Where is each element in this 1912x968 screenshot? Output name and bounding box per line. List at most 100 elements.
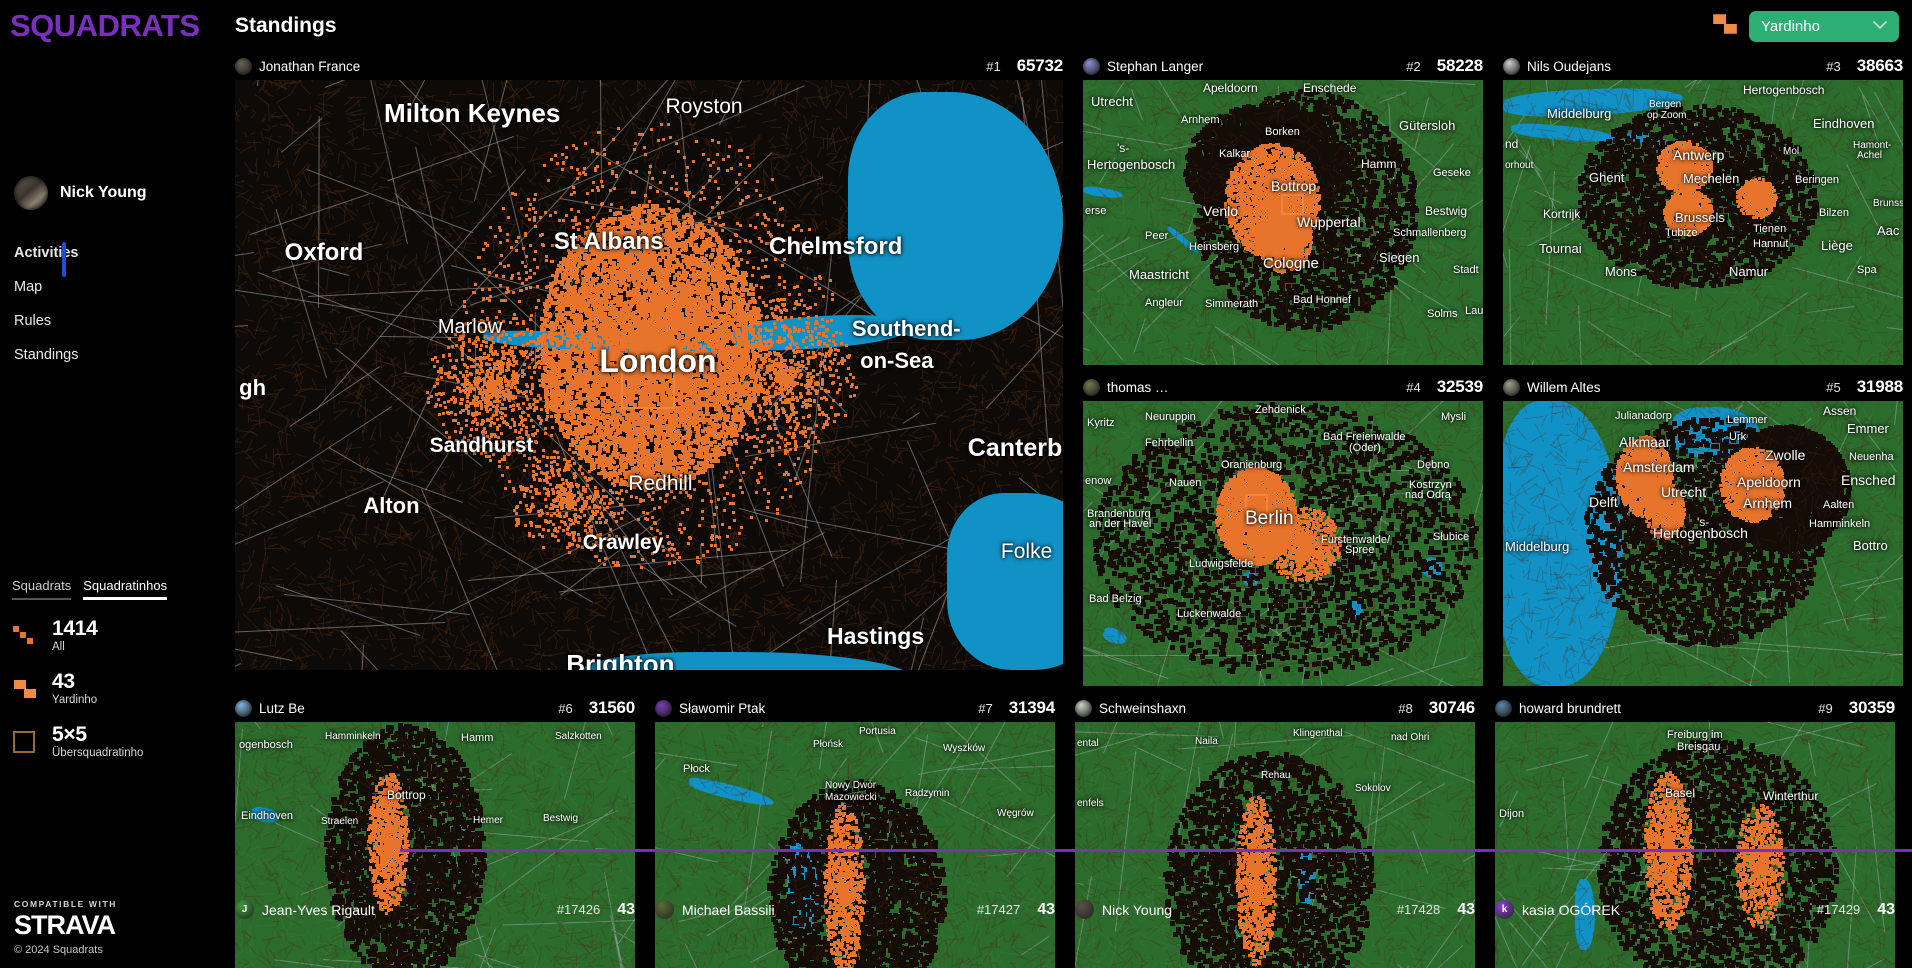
standings-card[interactable]: howard brundrett #9 30359 Freiburg im Breisg… (1495, 694, 1895, 968)
standings-rank: #3 (1826, 59, 1840, 74)
sidebar-item-activities[interactable]: Activities (14, 236, 200, 270)
standings-rank: #4 (1406, 380, 1420, 395)
scattered-squares-icon (12, 623, 38, 649)
strava-compatible-label: COMPATIBLE WITH (14, 899, 117, 909)
bottom-standings-cell[interactable]: J Jean-Yves Rigault #17426 43 (235, 900, 635, 919)
copyright: © 2024 Squadrats (14, 944, 117, 956)
sidebar-stats: Squadrats Squadratinhos 1414 All 43 Yard… (0, 578, 200, 759)
standings-score: 38663 (1857, 56, 1903, 76)
stat-value-uber: 5×5 (52, 724, 143, 746)
standings-card[interactable]: Jonathan France #1 65732 Milton Keynes Royst… (235, 52, 1063, 670)
bottom-standings-cell[interactable]: Michael Bassili #17427 43 (655, 900, 1055, 919)
sidebar-item-map[interactable]: Map (14, 270, 200, 304)
brand-logo[interactable]: SQUADRATS (0, 0, 200, 46)
ubersquadratinho-icon (12, 729, 38, 755)
standings-user-name: Lutz Be (259, 701, 305, 716)
standings-score: 31560 (589, 698, 635, 718)
sidebar-footer: COMPATIBLE WITH STRAVA © 2024 Squadrats (14, 899, 117, 956)
standings-rank: #9 (1818, 701, 1832, 716)
scroll-progress-bar[interactable] (400, 849, 1912, 852)
stat-label-all: All (52, 641, 98, 653)
standings-score: 31988 (1857, 377, 1903, 397)
standings-row: Lutz Be #6 31560 ogenbosch Hamminkeln Hamm Sal… (200, 694, 1912, 968)
standings-rank: #7 (978, 701, 992, 716)
stat-row-yardinho: 43 Yardinho (12, 671, 188, 706)
avatar (235, 700, 252, 717)
standings-map[interactable]: Middelburg Bergen op Zoom Hertogenbosch Eind… (1503, 80, 1903, 365)
standings-user-name: kasia OGÓREK (1522, 902, 1620, 918)
standings-map[interactable]: Portusia Płońsk Wyszków Płock Nowy Dwór Mazow… (655, 722, 1055, 968)
stat-label-yardinho: Yardinho (52, 694, 97, 706)
standings-user-name: Nick Young (1102, 902, 1172, 918)
standings-card-header: Jonathan France #1 65732 (235, 52, 1063, 80)
standings-user-name: Jean-Yves Rigault (262, 902, 375, 918)
standings-rank: #17426 (557, 902, 600, 917)
sidebar-nav: Activities Map Rules Standings (0, 236, 200, 372)
standings-rank: #17427 (977, 902, 1020, 917)
stat-row-ubersquadratinho: 5×5 Übersquadratinho (12, 724, 188, 759)
sidebar-item-rules[interactable]: Rules (14, 304, 200, 338)
highlight-square (1245, 494, 1268, 515)
avatar: k (1495, 900, 1514, 919)
standings-card-header: Schweinshaxn #8 30746 (1075, 694, 1475, 722)
standings-map[interactable]: ental Naila Klingenthal nad Ohri Rehau Sokolo… (1075, 722, 1475, 968)
standings-card[interactable]: thomas … #4 32539 Kyritz Neuruppin Zehdenick M… (1083, 373, 1483, 686)
app-root: SQUADRATS Nick Young Activities Map Rule… (0, 0, 1912, 968)
page-title: Standings (235, 14, 337, 38)
avatar (235, 58, 252, 75)
avatar (1495, 700, 1512, 717)
standings-card[interactable]: Sławomir Ptak #7 31394 Portusia Płońsk Wyszkó… (655, 694, 1055, 968)
header-actions: Yardinho (1711, 10, 1899, 43)
standings-user-name: Willem Altes (1527, 380, 1601, 395)
category-dropdown[interactable]: Yardinho (1749, 11, 1899, 42)
standings-card-header: Lutz Be #6 31560 (235, 694, 635, 722)
avatar (1503, 379, 1520, 396)
standings-rank: #2 (1406, 59, 1420, 74)
stat-value-all: 1414 (52, 618, 98, 640)
standings-map[interactable]: ogenbosch Hamminkeln Hamm Salzkotten Bottrop… (235, 722, 635, 968)
standings-map[interactable]: Kyritz Neuruppin Zehdenick Mysli Fehrbellin B… (1083, 401, 1483, 686)
standings-rank: #6 (558, 701, 572, 716)
standings-card-header: Nils Oudejans #3 38663 (1503, 52, 1903, 80)
standings-rank: #17428 (1397, 902, 1440, 917)
standings-map[interactable]: Freiburg im Breisgau Basel Winterthur Dijon (1495, 722, 1895, 968)
standings-rank: #1 (986, 59, 1000, 74)
avatar (14, 176, 48, 210)
standings-card-header: howard brundrett #9 30359 (1495, 694, 1895, 722)
standings-card[interactable]: Lutz Be #6 31560 ogenbosch Hamminkeln Hamm Sal… (235, 694, 635, 968)
sidebar-item-standings[interactable]: Standings (14, 338, 200, 372)
main-content: Standings Yardinho Jonathan France #1 6573… (200, 0, 1912, 968)
standings-small-grid: Stephan Langer #2 58228 Utrecht Apeldoorn Ens… (1083, 52, 1903, 686)
standings-card[interactable]: Willem Altes #5 31988 Julianadorp Lemmer Asse… (1503, 373, 1903, 686)
standings-map[interactable]: Utrecht Apeldoorn Enschede Arnhem Borken Güte… (1083, 80, 1483, 365)
category-dropdown-value: Yardinho (1761, 18, 1820, 35)
tab-squadratinhos[interactable]: Squadratinhos (83, 578, 167, 600)
standings-featured-column: Jonathan France #1 65732 Milton Keynes Royst… (235, 52, 1063, 686)
standings-row: Jonathan France #1 65732 Milton Keynes Royst… (200, 52, 1912, 686)
bottom-standings-cell[interactable]: k kasia OGÓREK #17429 43 (1495, 900, 1895, 919)
standings-score: 32539 (1437, 377, 1483, 397)
standings-score: 43 (1457, 901, 1475, 919)
standings-card[interactable]: Schweinshaxn #8 30746 ental Naila Klingenthal… (1075, 694, 1475, 968)
bottom-standings-row: J Jean-Yves Rigault #17426 43 Michael Bassil… (200, 900, 1912, 919)
standings-score: 58228 (1437, 56, 1483, 76)
chevron-down-icon (1873, 19, 1887, 33)
standings-rank: #17429 (1817, 902, 1860, 917)
sidebar-user[interactable]: Nick Young (0, 176, 200, 210)
standings-rank: #5 (1826, 380, 1840, 395)
page-header: Standings Yardinho (200, 0, 1912, 52)
standings-user-name: Jonathan France (259, 59, 360, 74)
standings-map[interactable]: Julianadorp Lemmer Assen Emmer Alkmaar Urk Zwo… (1503, 401, 1903, 686)
standings-card[interactable]: Nils Oudejans #3 38663 Middelburg Bergen op Z… (1503, 52, 1903, 365)
standings-score: 30359 (1849, 698, 1895, 718)
standings-score: 43 (1877, 901, 1895, 919)
tab-squadrats[interactable]: Squadrats (12, 578, 71, 600)
standings-card[interactable]: Stephan Langer #2 58228 Utrecht Apeldoorn Ens… (1083, 52, 1483, 365)
bottom-standings-cell[interactable]: Nick Young #17428 43 (1075, 900, 1475, 919)
standings-map[interactable]: Milton Keynes Royston Oxford St Albans Chelm… (235, 80, 1063, 670)
stat-value-yardinho: 43 (52, 671, 97, 693)
sidebar: SQUADRATS Nick Young Activities Map Rule… (0, 0, 200, 968)
standings-user-name: Michael Bassili (682, 902, 775, 918)
stat-label-uber: Übersquadratinho (52, 747, 143, 759)
sidebar-user-name: Nick Young (60, 184, 147, 202)
